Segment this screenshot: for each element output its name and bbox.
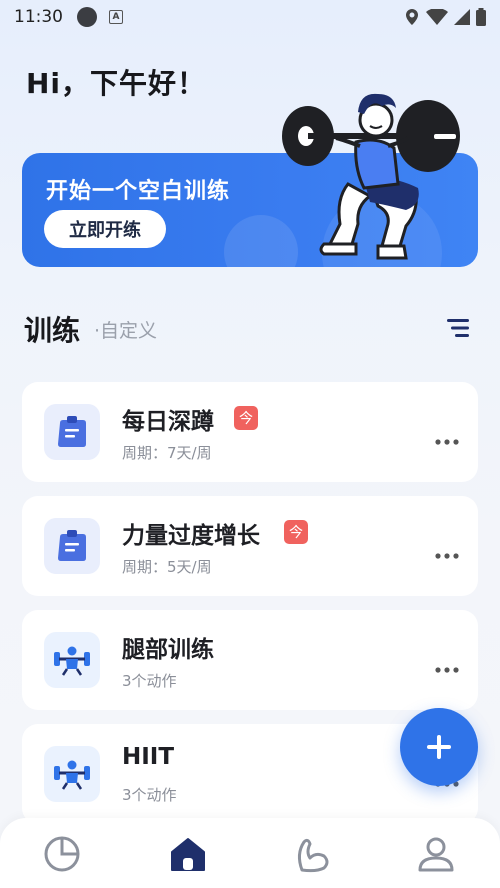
workout-card[interactable]: 每日深蹲 今 周期：7天/周: [22, 382, 478, 482]
weightlifter-icon: [54, 760, 90, 790]
add-workout-button[interactable]: [400, 708, 478, 786]
workout-thumb: [44, 518, 100, 574]
status-bar: 11:30 A: [0, 0, 500, 34]
weightlifter-illustration-icon: [282, 93, 460, 260]
workout-meta: 3个动作: [122, 672, 177, 690]
stats-icon: [44, 836, 80, 872]
nav-home[interactable]: [166, 832, 210, 876]
nav-muscle[interactable]: [290, 832, 334, 876]
workout-meta: 周期：5天/周: [122, 558, 212, 576]
workout-card[interactable]: 腿部训练 3个动作: [22, 610, 478, 710]
workout-meta: 周期：7天/周: [122, 444, 212, 462]
more-options-icon[interactable]: [434, 552, 460, 560]
plus-icon: [427, 735, 451, 759]
signal-icon: [454, 9, 470, 25]
today-badge: 今: [234, 406, 258, 430]
workout-thumb: [44, 746, 100, 802]
today-badge: 今: [284, 520, 308, 544]
notification-dot-icon: [77, 7, 97, 27]
profile-icon: [418, 837, 454, 872]
status-icons: [404, 8, 486, 26]
weightlifter-icon: [54, 646, 90, 676]
section-subtitle: ·自定义: [94, 320, 158, 342]
workout-card[interactable]: 力量过度增长 今 周期：5天/周: [22, 496, 478, 596]
workout-name: 力量过度增长: [122, 523, 260, 549]
banner-title: 开始一个空白训练: [46, 179, 231, 204]
home-icon: [171, 838, 205, 871]
sort-filter-icon[interactable]: [446, 315, 472, 341]
workout-name: 每日深蹲: [122, 409, 214, 435]
start-now-button[interactable]: 立即开练: [44, 210, 166, 248]
workout-meta: 3个动作: [122, 786, 177, 804]
workout-name: HIIT: [122, 744, 175, 770]
muscle-icon: [297, 838, 329, 873]
more-options-icon[interactable]: [434, 666, 460, 674]
nav-stats[interactable]: [40, 832, 84, 876]
section-title: 训练: [24, 314, 81, 347]
more-options-icon[interactable]: [434, 438, 460, 446]
bottom-nav: [0, 818, 500, 888]
workout-name: 腿部训练: [122, 637, 214, 663]
workout-thumb: [44, 404, 100, 460]
greeting-title: Hi，下午好！: [26, 67, 207, 100]
clipboard-icon: [58, 416, 86, 447]
clipboard-icon: [58, 530, 86, 561]
app-notification-icon: A: [109, 10, 123, 24]
workout-thumb: [44, 632, 100, 688]
location-icon: [406, 9, 418, 25]
wifi-icon: [426, 9, 448, 25]
nav-profile[interactable]: [414, 832, 458, 876]
status-time: 11:30: [14, 7, 63, 27]
battery-icon: [476, 8, 486, 26]
